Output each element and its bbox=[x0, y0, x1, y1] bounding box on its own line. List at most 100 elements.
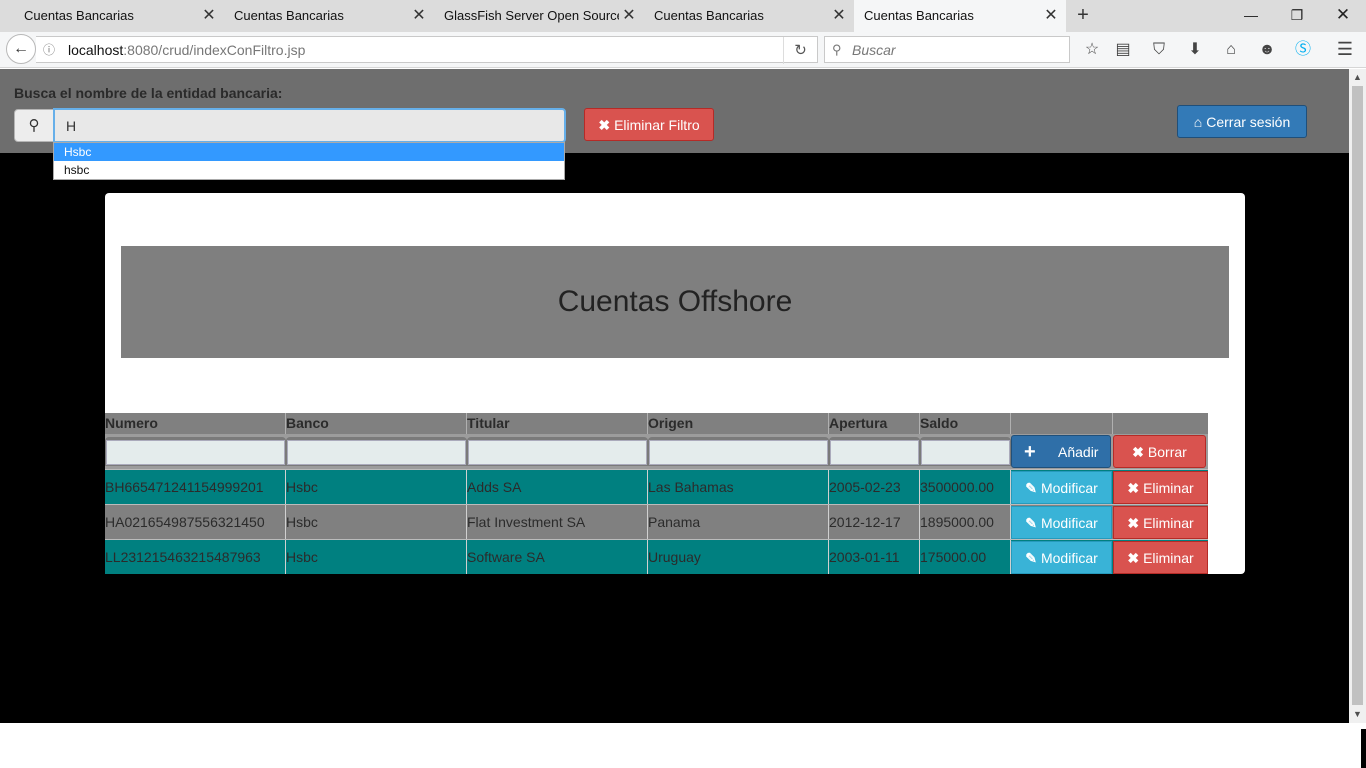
navigation-toolbar: ← ⓘ localhost:8080/crud/indexConFiltro.j… bbox=[0, 32, 1366, 68]
table-row[interactable]: LL231215463215487963 Hsbc Software SA Ur… bbox=[105, 539, 1208, 574]
table-row[interactable]: HA021654987556321450 Hsbc Flat Investmen… bbox=[105, 504, 1208, 539]
skype-icon[interactable]: Ⓢ bbox=[1290, 36, 1316, 63]
close-icon: ✖ bbox=[1127, 515, 1140, 531]
header-banco: Banco bbox=[286, 413, 467, 434]
search-placeholder: Buscar bbox=[852, 42, 896, 58]
pencil-icon: ✎ bbox=[1025, 550, 1037, 566]
delete-button[interactable]: ✖ Eliminar bbox=[1113, 541, 1208, 574]
tab-title: Cuentas Bancarias bbox=[864, 8, 974, 23]
cell-numero: LL231215463215487963 bbox=[105, 540, 286, 574]
cell-banco: Hsbc bbox=[286, 470, 467, 504]
url-text[interactable]: localhost:8080/crud/indexConFiltro.jsp bbox=[68, 37, 305, 64]
cell-saldo: 1895000.00 bbox=[920, 505, 1011, 539]
titular-filter-cell bbox=[467, 437, 648, 466]
restore-icon[interactable]: ❐ bbox=[1274, 0, 1320, 32]
back-arrow-icon[interactable]: ← bbox=[6, 34, 36, 64]
modify-button[interactable]: ✎ Modificar bbox=[1011, 506, 1112, 539]
logout-button[interactable]: ⌂ Cerrar sesión bbox=[1177, 105, 1307, 138]
clear-form-button[interactable]: ✖ Borrar bbox=[1113, 435, 1206, 468]
close-tab-icon[interactable]: ✕ bbox=[832, 0, 846, 32]
logout-label: Cerrar sesión bbox=[1206, 114, 1291, 130]
add-account-button[interactable]: + Añadir bbox=[1011, 435, 1111, 468]
banco-filter-input[interactable] bbox=[287, 440, 466, 465]
browser-tab-2[interactable]: Cuentas Bancarias ✕ bbox=[210, 0, 434, 32]
browser-search-input[interactable]: ⚲ Buscar bbox=[824, 36, 1070, 63]
add-label: Añadir bbox=[1058, 444, 1099, 460]
scroll-down-arrow-icon[interactable]: ▼ bbox=[1349, 706, 1366, 723]
taskbar-edge bbox=[1361, 729, 1366, 768]
browser-tab-5[interactable]: Cuentas Bancarias ✕ bbox=[854, 0, 1066, 32]
scroll-up-arrow-icon[interactable]: ▲ bbox=[1349, 69, 1366, 86]
vertical-scrollbar[interactable]: ▲ ▼ bbox=[1349, 69, 1366, 723]
numero-filter-cell bbox=[105, 437, 286, 466]
browser-tab-1[interactable]: Cuentas Bancarias ✕ bbox=[0, 0, 224, 32]
close-window-icon[interactable]: ✕ bbox=[1320, 0, 1366, 32]
header-origen: Origen bbox=[648, 413, 829, 434]
saldo-filter-input[interactable] bbox=[921, 440, 1010, 465]
pocket-icon[interactable]: ⛉ bbox=[1146, 36, 1172, 63]
numero-filter-input[interactable] bbox=[106, 440, 285, 465]
header-action-2 bbox=[1113, 413, 1208, 434]
home-icon: ⌂ bbox=[1193, 114, 1203, 130]
suggestion-item[interactable]: hsbc bbox=[54, 161, 564, 179]
url-bar[interactable]: ⓘ localhost:8080/crud/indexConFiltro.jsp… bbox=[36, 36, 818, 64]
modify-button[interactable]: ✎ Modificar bbox=[1011, 541, 1112, 574]
modify-button[interactable]: ✎ Modificar bbox=[1011, 471, 1112, 504]
delete-button[interactable]: ✖ Eliminar bbox=[1113, 506, 1208, 539]
scroll-thumb[interactable] bbox=[1352, 86, 1363, 705]
titular-filter-input[interactable] bbox=[468, 440, 647, 465]
url-path: :8080/crud/indexConFiltro.jsp bbox=[123, 42, 306, 58]
cell-banco: Hsbc bbox=[286, 540, 467, 574]
page-viewport: Busca el nombre de la entidad bancaria: … bbox=[0, 69, 1349, 723]
table-row[interactable]: BH665471241154999201 Hsbc Adds SA Las Ba… bbox=[105, 469, 1208, 504]
bank-name-filter-input[interactable] bbox=[53, 108, 566, 143]
home-icon[interactable]: ⌂ bbox=[1218, 36, 1244, 63]
close-tab-icon[interactable]: ✕ bbox=[1044, 0, 1058, 32]
banco-filter-cell bbox=[286, 437, 467, 466]
tab-title: Cuentas Bancarias bbox=[24, 8, 134, 23]
tab-strip: Cuentas Bancarias ✕ Cuentas Bancarias ✕ … bbox=[0, 0, 1366, 32]
new-tab-icon[interactable]: + bbox=[1072, 0, 1094, 32]
download-icon[interactable]: ⬇ bbox=[1182, 36, 1208, 63]
modify-label: Modificar bbox=[1040, 550, 1098, 566]
bookmark-star-icon[interactable]: ☆ bbox=[1079, 36, 1105, 63]
smiley-icon[interactable]: ☻ bbox=[1254, 36, 1280, 63]
cell-apertura: 2012-12-17 bbox=[829, 505, 920, 539]
search-icon: ⚲ bbox=[14, 109, 54, 142]
cell-origen: Panama bbox=[648, 505, 829, 539]
browser-tab-3[interactable]: GlassFish Server Open Source ... ✕ bbox=[420, 0, 644, 32]
browser-window: Cuentas Bancarias ✕ Cuentas Bancarias ✕ … bbox=[0, 0, 1366, 768]
minimize-icon[interactable]: — bbox=[1228, 0, 1274, 32]
status-area bbox=[0, 723, 1366, 768]
reload-icon[interactable]: ↻ bbox=[783, 37, 817, 64]
info-icon[interactable]: ⓘ bbox=[42, 37, 56, 64]
apertura-filter-input[interactable] bbox=[830, 440, 919, 465]
cell-titular: Adds SA bbox=[467, 470, 648, 504]
delete-button[interactable]: ✖ Eliminar bbox=[1113, 471, 1208, 504]
origen-filter-cell bbox=[648, 437, 829, 466]
clear-filter-label: Eliminar Filtro bbox=[614, 117, 700, 133]
plus-icon: + bbox=[1024, 441, 1036, 463]
menu-icon[interactable]: ☰ bbox=[1332, 36, 1358, 63]
origen-filter-input[interactable] bbox=[649, 440, 828, 465]
header-apertura: Apertura bbox=[829, 413, 920, 434]
delete-label: Eliminar bbox=[1143, 550, 1194, 566]
url-host: localhost bbox=[68, 42, 124, 58]
cell-titular: Software SA bbox=[467, 540, 648, 574]
cell-saldo: 175000.00 bbox=[920, 540, 1011, 574]
browser-tab-4[interactable]: Cuentas Bancarias ✕ bbox=[630, 0, 854, 32]
suggestion-item[interactable]: Hsbc bbox=[54, 143, 564, 161]
table-filter-row: + Añadir ✖ Borrar bbox=[105, 434, 1208, 469]
tab-title: Cuentas Bancarias bbox=[654, 8, 764, 23]
modify-label: Modificar bbox=[1040, 480, 1098, 496]
reader-view-icon[interactable]: ▤ bbox=[1110, 36, 1136, 63]
clear-filter-button[interactable]: ✖ Eliminar Filtro bbox=[584, 108, 714, 141]
pencil-icon: ✎ bbox=[1025, 480, 1037, 496]
cell-origen: Uruguay bbox=[648, 540, 829, 574]
cell-banco: Hsbc bbox=[286, 505, 467, 539]
tab-title: GlassFish Server Open Source ... bbox=[444, 8, 619, 23]
modify-label: Modificar bbox=[1040, 515, 1098, 531]
delete-label: Eliminar bbox=[1143, 515, 1194, 531]
table-header: Numero Banco Titular Origen Apertura Sal… bbox=[105, 413, 1208, 434]
autocomplete-list: Hsbc hsbc bbox=[53, 142, 565, 180]
